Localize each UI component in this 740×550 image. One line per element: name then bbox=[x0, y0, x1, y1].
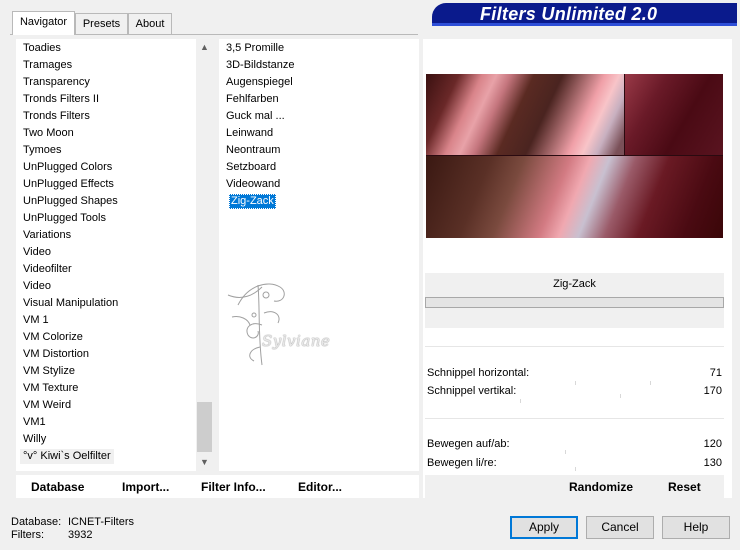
category-item[interactable]: VM Colorize bbox=[23, 330, 83, 345]
watermark-text: Sylviane bbox=[262, 332, 331, 350]
slider-tick bbox=[650, 381, 651, 385]
category-item[interactable]: Visual Manipulation bbox=[23, 296, 118, 311]
category-scrollbar[interactable]: ▲ ▼ bbox=[196, 39, 213, 471]
filter-item[interactable]: Setzboard bbox=[226, 160, 276, 175]
navigator-toolbar: Database Import... Filter Info... Editor… bbox=[16, 475, 419, 498]
status-filters-label: Filters: bbox=[11, 529, 44, 541]
help-button[interactable]: Help bbox=[662, 516, 730, 539]
category-item[interactable]: Toadies bbox=[23, 41, 61, 56]
slider-tick bbox=[520, 399, 521, 403]
filter-item[interactable]: Augenspiegel bbox=[226, 75, 293, 90]
scroll-up-icon[interactable]: ▲ bbox=[196, 39, 213, 56]
filter-item[interactable]: Neontraum bbox=[226, 143, 280, 158]
category-item[interactable]: Willy bbox=[23, 432, 46, 447]
category-item[interactable]: Tronds Filters bbox=[23, 109, 90, 124]
category-item[interactable]: Video bbox=[23, 279, 51, 294]
import-button[interactable]: Import... bbox=[122, 480, 169, 494]
category-item[interactable]: Tymoes bbox=[23, 143, 62, 158]
database-button[interactable]: Database bbox=[31, 480, 84, 494]
category-item[interactable]: VM 1 bbox=[23, 313, 49, 328]
filter-item[interactable]: Zig-Zack bbox=[229, 194, 276, 209]
category-item[interactable]: VM Stylize bbox=[23, 364, 75, 379]
preview-filter-name: Zig-Zack bbox=[553, 278, 596, 290]
separator bbox=[425, 346, 724, 347]
param-value[interactable]: 170 bbox=[662, 385, 722, 397]
signature-watermark-icon bbox=[227, 283, 285, 366]
title-banner: Filters Unlimited 2.0 bbox=[432, 3, 737, 26]
category-item[interactable]: UnPlugged Shapes bbox=[23, 194, 118, 209]
filter-item[interactable]: 3,5 Promille bbox=[226, 41, 284, 56]
filter-name-box: Zig-Zack bbox=[425, 273, 724, 328]
filter-item[interactable]: Guck mal ... bbox=[226, 109, 285, 124]
tab-presets[interactable]: Presets bbox=[75, 13, 128, 34]
reset-button[interactable]: Reset bbox=[668, 480, 701, 494]
filter-item[interactable]: 3D-Bildstanze bbox=[226, 58, 294, 73]
filter-progress-bar bbox=[425, 297, 724, 308]
preview-toolbar: Randomize Reset bbox=[425, 475, 724, 498]
filter-item[interactable]: Leinwand bbox=[226, 126, 273, 141]
filter-list[interactable]: 3,5 Promille 3D-Bildstanze Augenspiegel Feh… bbox=[219, 39, 419, 471]
randomize-button[interactable]: Randomize bbox=[569, 480, 633, 494]
separator bbox=[425, 418, 724, 419]
status-database-value: ICNET-Filters bbox=[68, 516, 134, 528]
category-item[interactable]: Tronds Filters II bbox=[23, 92, 99, 107]
preview-image bbox=[426, 74, 723, 238]
category-item[interactable]: Two Moon bbox=[23, 126, 74, 141]
slider-tick bbox=[565, 450, 566, 454]
category-item[interactable]: Tramages bbox=[23, 58, 72, 73]
category-item[interactable]: Videofilter bbox=[23, 262, 72, 277]
category-item[interactable]: °v° Kiwi`s Oelfilter bbox=[20, 449, 114, 464]
param-value[interactable]: 130 bbox=[662, 457, 722, 469]
banner-title: Filters Unlimited 2.0 bbox=[480, 4, 658, 24]
scrollbar-thumb[interactable] bbox=[197, 402, 212, 452]
category-item[interactable]: UnPlugged Tools bbox=[23, 211, 106, 226]
category-item[interactable]: UnPlugged Effects bbox=[23, 177, 114, 192]
category-item[interactable]: VM1 bbox=[23, 415, 46, 430]
filter-item[interactable]: Videowand bbox=[226, 177, 280, 192]
filter-item[interactable]: Fehlfarben bbox=[226, 92, 279, 107]
slider-tick bbox=[575, 381, 576, 385]
cancel-button[interactable]: Cancel bbox=[586, 516, 654, 539]
param-label: Schnippel vertikal: bbox=[427, 385, 517, 397]
editor-button[interactable]: Editor... bbox=[298, 480, 342, 494]
slider-tick bbox=[620, 394, 621, 398]
param-label: Bewegen auf/ab: bbox=[427, 438, 510, 450]
category-item[interactable]: Video bbox=[23, 245, 51, 260]
category-item[interactable]: Transparency bbox=[23, 75, 90, 90]
category-item[interactable]: VM Weird bbox=[23, 398, 71, 413]
param-label: Schnippel horizontal: bbox=[427, 367, 530, 379]
category-item[interactable]: VM Texture bbox=[23, 381, 78, 396]
scroll-down-icon[interactable]: ▼ bbox=[196, 454, 213, 471]
filter-info-button[interactable]: Filter Info... bbox=[201, 480, 266, 494]
status-filters-value: 3932 bbox=[68, 529, 93, 541]
apply-button[interactable]: Apply bbox=[510, 516, 578, 539]
status-database-label: Database: bbox=[11, 516, 62, 528]
category-item[interactable]: VM Distortion bbox=[23, 347, 89, 362]
param-value[interactable]: 120 bbox=[662, 438, 722, 450]
category-list[interactable]: Toadies Tramages Transparency Tronds Filter… bbox=[16, 39, 213, 471]
category-item[interactable]: Variations bbox=[23, 228, 71, 243]
slider-tick bbox=[575, 467, 576, 471]
param-value[interactable]: 71 bbox=[662, 367, 722, 379]
tab-about[interactable]: About bbox=[128, 13, 172, 34]
tab-navigator[interactable]: Navigator bbox=[12, 11, 75, 35]
category-item[interactable]: UnPlugged Colors bbox=[23, 160, 112, 175]
param-label: Bewegen li/re: bbox=[427, 457, 497, 469]
